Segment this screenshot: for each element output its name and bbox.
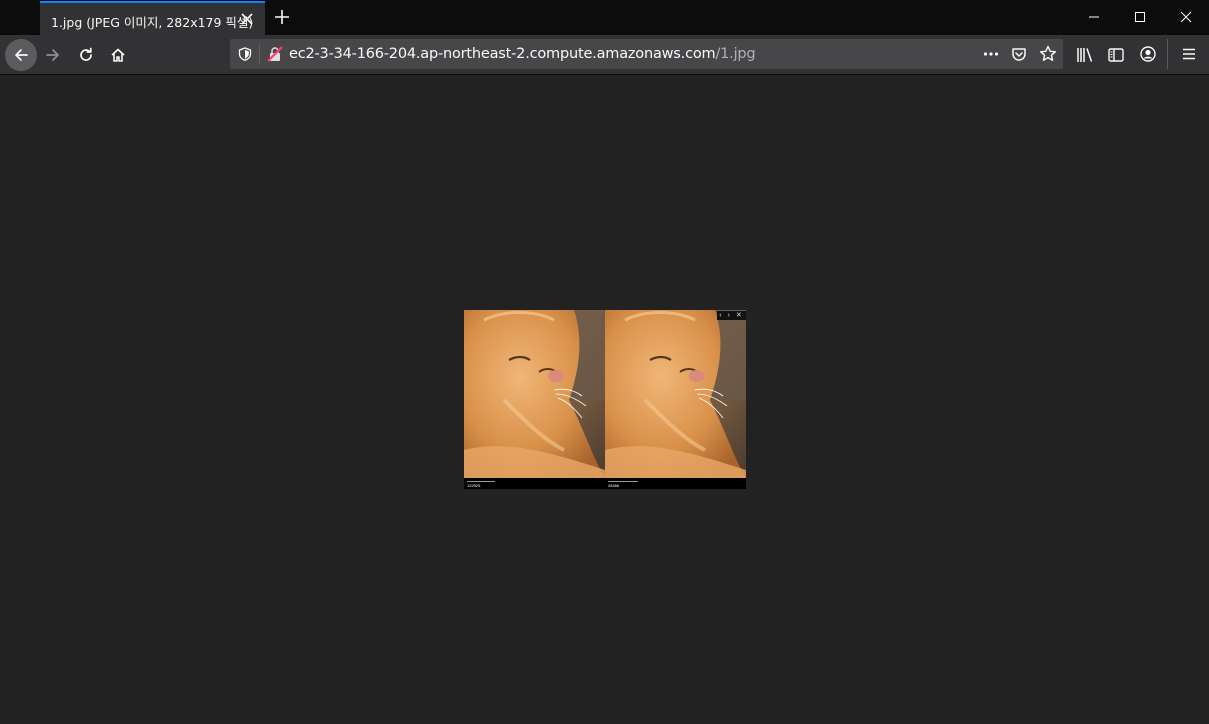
minimize-icon — [1089, 16, 1099, 18]
address-bar[interactable]: ec2-3-34-166-204.ap-northeast-2.compute.… — [230, 39, 1063, 69]
tab-active[interactable]: 1.jpg (JPEG 이미지, 282x179 픽셀) — [40, 1, 265, 35]
close-window-icon — [1180, 11, 1192, 23]
account-icon[interactable] — [1140, 46, 1156, 62]
right-caption-number: 28466 — [608, 483, 620, 488]
minimize-button[interactable] — [1071, 0, 1117, 35]
right-caption: 28466 — [605, 480, 746, 489]
jpeg-image[interactable]: ‹ › ✕ 122925 28466 — [464, 310, 746, 489]
cat-photo-right — [605, 310, 746, 478]
url-separator — [259, 44, 260, 64]
reload-icon — [80, 47, 92, 61]
right-caption-line — [608, 481, 638, 482]
maximize-icon — [1135, 12, 1145, 22]
close-tab-icon[interactable] — [240, 12, 254, 26]
title-bar: 1.jpg (JPEG 이미지, 282x179 픽셀) — [0, 0, 1209, 35]
home-button[interactable] — [102, 39, 134, 71]
shield-icon[interactable] — [238, 47, 252, 61]
forward-button[interactable] — [37, 39, 69, 71]
back-icon — [15, 49, 28, 61]
cat-photo-left — [464, 310, 605, 478]
navigation-toolbar: ec2-3-34-166-204.ap-northeast-2.compute.… — [0, 35, 1209, 75]
close-window-button[interactable] — [1163, 0, 1209, 35]
back-button[interactable] — [5, 39, 37, 71]
home-icon — [111, 48, 125, 62]
image-controls: ‹ › ✕ — [717, 311, 746, 320]
more-icon[interactable] — [983, 47, 999, 61]
url-host: ec2-3-34-166-204.ap-northeast-2.compute.… — [289, 46, 716, 62]
bookmark-star-icon[interactable] — [1039, 45, 1057, 63]
toolbar-separator — [1167, 39, 1168, 69]
forward-icon — [46, 49, 59, 61]
reload-button[interactable] — [70, 39, 102, 71]
tab-title: 1.jpg (JPEG 이미지, 282x179 픽셀) — [51, 15, 254, 30]
url-path: /1.jpg — [715, 46, 756, 62]
new-tab-icon[interactable] — [274, 9, 290, 25]
menu-icon[interactable] — [1182, 47, 1196, 61]
left-caption-line — [467, 481, 495, 482]
library-icon[interactable] — [1076, 47, 1094, 63]
pocket-icon[interactable] — [1011, 46, 1027, 62]
left-caption: 122925 — [464, 480, 605, 489]
sidebar-icon[interactable] — [1108, 47, 1124, 63]
url-text[interactable]: ec2-3-34-166-204.ap-northeast-2.compute.… — [289, 46, 756, 62]
left-caption-number: 122925 — [467, 483, 481, 488]
maximize-button[interactable] — [1117, 0, 1163, 35]
image-viewer: ‹ › ✕ 122925 28466 — [0, 75, 1209, 724]
insecure-lock-icon[interactable] — [267, 46, 283, 62]
